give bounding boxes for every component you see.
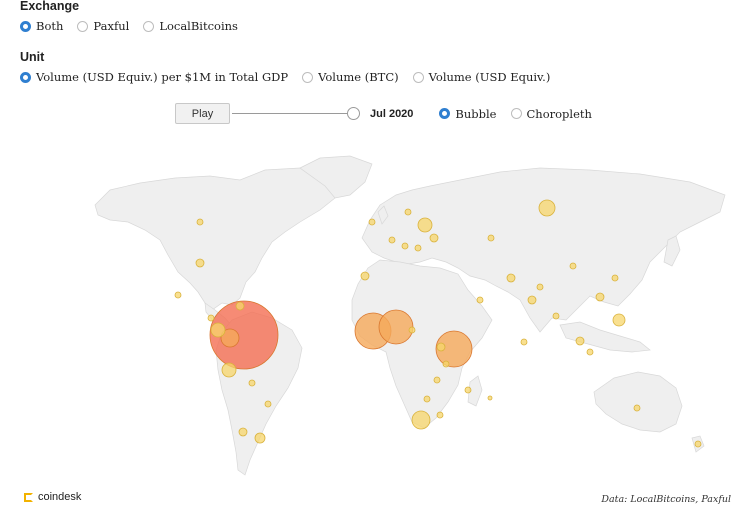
country-bubble[interactable] [264, 400, 272, 408]
country-bubble[interactable] [404, 208, 412, 216]
play-button[interactable]: Play [175, 103, 230, 124]
country-bubble[interactable] [408, 326, 416, 334]
country-bubble[interactable] [694, 440, 702, 448]
country-bubble[interactable] [238, 427, 248, 437]
country-bubble[interactable] [569, 262, 577, 270]
country-bubble[interactable] [506, 273, 516, 283]
view-option-label: Bubble [455, 106, 497, 121]
view-option-label: Choropleth [526, 106, 592, 121]
radio-icon [143, 20, 155, 32]
country-bubble[interactable] [552, 312, 560, 320]
country-bubble[interactable] [436, 411, 444, 419]
radio-selected-icon [20, 71, 31, 83]
country-bubble[interactable] [195, 258, 205, 268]
exchange-option-label: LocalBitcoins [159, 19, 238, 33]
time-slider[interactable] [230, 104, 360, 123]
unit-option-btc[interactable]: Volume (BTC) [302, 70, 399, 84]
country-bubble[interactable] [536, 283, 544, 291]
view-option-bubble[interactable]: Bubble [439, 106, 497, 121]
land-masses [94, 155, 726, 476]
radio-selected-icon [439, 108, 451, 119]
country-bubble[interactable] [464, 386, 472, 394]
country-bubble[interactable] [235, 301, 245, 311]
country-bubble[interactable] [476, 296, 484, 304]
country-bubble[interactable] [527, 295, 537, 305]
country-bubble[interactable] [414, 244, 422, 252]
country-bubble[interactable] [248, 379, 256, 387]
country-bubble[interactable] [368, 218, 376, 226]
country-bubble[interactable] [433, 376, 441, 384]
country-bubble[interactable] [174, 291, 182, 299]
unit-title: Unit [20, 50, 45, 64]
country-bubble[interactable] [586, 348, 594, 356]
unit-options: Volume (USD Equiv.) per $1M in Total GDP… [20, 70, 564, 84]
country-bubble[interactable] [360, 271, 370, 281]
exchange-option-label: Paxful [93, 19, 130, 33]
radio-icon [510, 108, 522, 119]
unit-option-usd[interactable]: Volume (USD Equiv.) [412, 70, 551, 84]
slider-thumb[interactable] [347, 107, 360, 120]
exchange-option-label: Both [36, 19, 64, 33]
country-bubble[interactable] [378, 309, 414, 345]
brand-name: coindesk [38, 491, 82, 503]
coindesk-icon [24, 492, 33, 502]
unit-option-label: Volume (USD Equiv.) [428, 70, 551, 84]
exchange-options: Both Paxful LocalBitcoins [20, 19, 252, 33]
slider-track[interactable] [232, 113, 354, 114]
country-bubble[interactable] [196, 218, 204, 226]
country-bubble[interactable] [520, 338, 528, 346]
exchange-title: Exchange [20, 0, 80, 13]
country-bubble[interactable] [221, 362, 237, 378]
unit-option-label: Volume (USD Equiv.) per $1M in Total GDP [36, 70, 289, 84]
exchange-option-paxful[interactable]: Paxful [77, 19, 129, 33]
country-bubble[interactable] [417, 217, 433, 233]
country-bubble[interactable] [388, 236, 396, 244]
exchange-option-localbitcoins[interactable]: LocalBitcoins [143, 19, 238, 33]
unit-option-label: Volume (BTC) [318, 70, 399, 84]
country-bubble[interactable] [210, 322, 226, 338]
country-bubble[interactable] [611, 274, 619, 282]
country-bubble[interactable] [254, 432, 266, 444]
country-bubble[interactable] [436, 342, 446, 352]
country-bubble[interactable] [633, 404, 641, 412]
country-bubble[interactable] [429, 233, 439, 243]
country-bubble[interactable] [411, 410, 431, 430]
radio-icon [77, 20, 89, 32]
radio-icon [412, 71, 424, 83]
brand-logo: coindesk [24, 491, 81, 503]
world-map[interactable] [0, 150, 743, 485]
view-option-choropleth[interactable]: Choropleth [510, 106, 592, 121]
country-bubble[interactable] [207, 314, 215, 322]
playback-controls: Play Jul 2020 Bubble Choropleth [175, 103, 606, 124]
country-bubble[interactable] [487, 234, 495, 242]
radio-icon [302, 71, 314, 83]
land-southeast-asia [559, 321, 651, 353]
exchange-option-both[interactable]: Both [20, 19, 63, 33]
unit-option-per-gdp[interactable]: Volume (USD Equiv.) per $1M in Total GDP [20, 70, 288, 84]
current-date: Jul 2020 [370, 107, 414, 120]
land-north-america [94, 167, 349, 311]
country-bubble[interactable] [401, 242, 409, 250]
country-bubble[interactable] [595, 292, 605, 302]
country-bubble[interactable] [575, 336, 585, 346]
data-source: Data: LocalBitcoins, Paxful [601, 494, 731, 505]
country-bubble[interactable] [612, 313, 626, 327]
land-australia [593, 371, 683, 433]
country-bubble[interactable] [442, 360, 450, 368]
country-bubble[interactable] [423, 395, 431, 403]
country-bubble[interactable] [487, 395, 493, 401]
radio-selected-icon [20, 20, 31, 32]
country-bubble[interactable] [538, 199, 556, 217]
